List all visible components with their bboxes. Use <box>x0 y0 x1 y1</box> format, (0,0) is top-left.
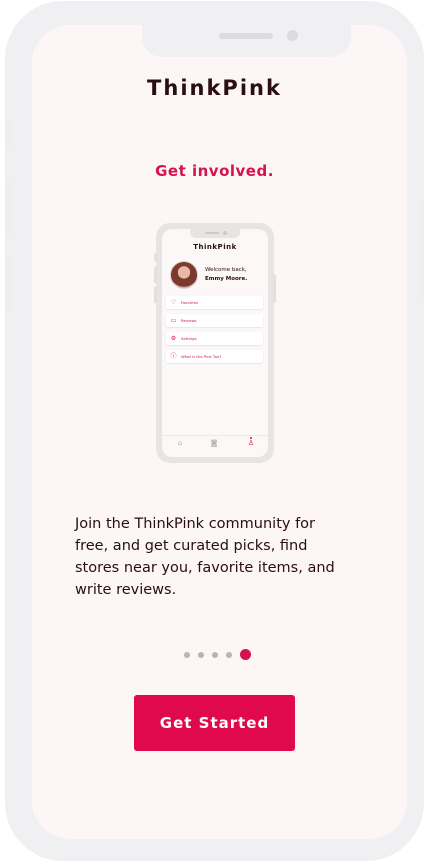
onboarding-headline: Get involved. <box>155 162 274 180</box>
question-icon: ⓘ <box>170 353 177 360</box>
illustration-menu-item-pink-tax: ⓘ What is the Pink Tax? <box>166 350 263 363</box>
page-dot[interactable] <box>184 652 190 658</box>
page-dot[interactable] <box>198 652 204 658</box>
illustration-menu-label: Settings <box>181 336 197 341</box>
illustration-side-button <box>154 253 157 261</box>
page-indicator <box>184 649 254 661</box>
illustration-side-button <box>154 267 157 283</box>
illustration-notch <box>190 229 240 238</box>
illustration-menu-label: Reviews <box>181 318 197 323</box>
profile-icon: ♙ <box>247 439 255 447</box>
illustration-app-title: ThinkPink <box>193 243 237 251</box>
front-camera <box>287 30 298 41</box>
heart-icon: ♡ <box>170 299 177 306</box>
profile-screen-illustration: ThinkPink Welcome back, Emmy Moore. ♡ Fa… <box>154 223 276 463</box>
mute-switch <box>5 119 11 147</box>
illustration-menu-item-favorites: ♡ Favorites <box>166 296 263 309</box>
volume-down-button <box>5 257 11 313</box>
app-title: ThinkPink <box>147 76 282 100</box>
camera-icon: ◙ <box>210 439 218 447</box>
illustration-user-name: Emmy Moore. <box>205 276 248 282</box>
illustration-camera <box>223 231 227 235</box>
illustration-menu-label: What is the Pink Tax? <box>181 354 222 359</box>
illustration-screen: ThinkPink Welcome back, Emmy Moore. ♡ Fa… <box>162 229 268 457</box>
home-icon: ⌂ <box>177 439 183 447</box>
volume-up-button <box>5 181 11 237</box>
illustration-menu-label: Favorites <box>181 300 199 305</box>
illustration-menu-item-reviews: ▭ Reviews <box>166 314 263 327</box>
page-dot[interactable] <box>212 652 218 658</box>
illustration-speaker <box>205 232 219 234</box>
get-started-button[interactable]: Get Started <box>134 695 295 751</box>
onboarding-description: Join the ThinkPink community for free, a… <box>75 516 335 598</box>
avatar <box>170 261 198 289</box>
page-dot[interactable] <box>226 652 232 658</box>
page-dot-active[interactable] <box>240 649 251 660</box>
gear-icon: ⚙ <box>170 335 177 342</box>
illustration-welcome-text: Welcome back, <box>205 267 247 273</box>
device-notch <box>142 25 351 57</box>
speaker-grille <box>219 33 273 39</box>
power-button <box>419 199 424 299</box>
illustration-nav-divider <box>162 435 268 436</box>
chat-icon: ▭ <box>170 317 177 324</box>
illustration-menu-item-settings: ⚙ Settings <box>166 332 263 345</box>
illustration-side-button <box>273 275 276 303</box>
illustration-side-button <box>154 287 157 303</box>
